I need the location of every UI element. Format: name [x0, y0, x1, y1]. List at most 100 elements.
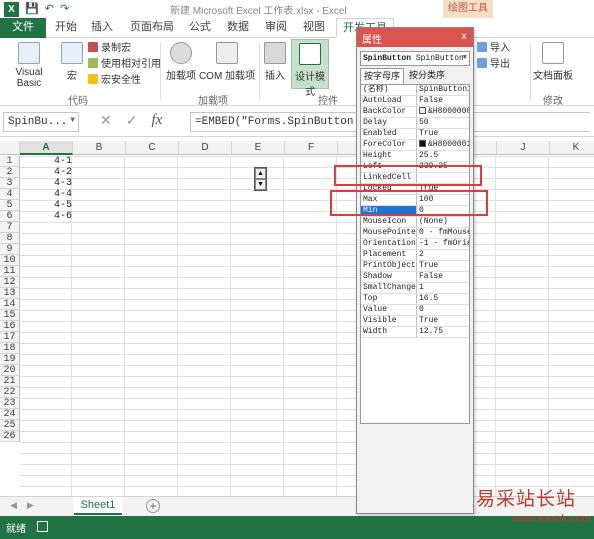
design-mode-button[interactable]: 设计模式 — [291, 39, 329, 98]
row-header[interactable]: 7 — [0, 222, 20, 233]
redo-icon[interactable]: ↷ — [60, 1, 69, 17]
macro-recording-icon[interactable] — [37, 521, 48, 532]
enter-icon[interactable]: ✓ — [126, 112, 138, 129]
cell-a5[interactable]: 4-5 — [22, 200, 72, 211]
row-header[interactable]: 9 — [0, 244, 20, 255]
save-icon[interactable]: 💾 — [25, 1, 39, 17]
tab-data[interactable]: 数据 — [222, 18, 254, 38]
column-header[interactable]: C — [126, 141, 179, 155]
macro-security-button[interactable]: 宏安全性 — [88, 74, 141, 88]
property-row[interactable]: Value 0 — [361, 305, 469, 316]
row-header[interactable]: 8 — [0, 233, 20, 244]
addins-button[interactable]: 加载项 — [166, 42, 196, 82]
property-value[interactable]: 0 — [417, 305, 469, 315]
property-row[interactable]: SmallChange 1 — [361, 283, 469, 294]
row-header[interactable]: 2 — [0, 167, 20, 178]
spin-down-icon[interactable]: ▼ — [255, 179, 266, 190]
cell-a6[interactable]: 4-6 — [22, 211, 72, 222]
row-header[interactable]: 23 — [0, 398, 20, 409]
cell-a1[interactable]: 4-1 — [22, 156, 72, 167]
column-header[interactable]: B — [73, 141, 126, 155]
insert-function-icon[interactable]: fx — [151, 112, 162, 129]
property-value[interactable]: False — [417, 96, 469, 106]
tab-review[interactable]: 审阅 — [260, 18, 292, 38]
spin-button-control[interactable]: ▲ ▼ — [254, 167, 267, 191]
cell-a4[interactable]: 4-4 — [22, 189, 72, 200]
column-header[interactable]: J — [497, 141, 550, 155]
property-value[interactable]: True — [417, 129, 469, 139]
tab-home[interactable]: 开始 — [50, 18, 82, 38]
property-value[interactable]: 12.75 — [417, 327, 469, 337]
property-row[interactable]: Top 16.5 — [361, 294, 469, 305]
property-value[interactable]: -1 - fmOrien — [417, 239, 469, 249]
row-header[interactable]: 1 — [0, 156, 20, 167]
name-box[interactable]: SpinBu... ▼ — [3, 112, 79, 132]
tab-alphabetic[interactable]: 按字母序 — [360, 68, 405, 84]
row-header[interactable]: 6 — [0, 211, 20, 222]
column-header[interactable]: D — [179, 141, 232, 155]
property-value[interactable]: True — [417, 316, 469, 326]
row-header[interactable]: 17 — [0, 332, 20, 343]
object-selector[interactable]: SpinButton SpinButton ▼ — [360, 51, 470, 66]
row-header[interactable]: 13 — [0, 288, 20, 299]
properties-window[interactable]: 属性 x SpinButton SpinButton ▼ 按字母序 按分类序 (… — [356, 27, 474, 514]
property-row[interactable]: Shadow False — [361, 272, 469, 283]
insert-control-button[interactable]: 插入 — [262, 42, 288, 82]
column-header[interactable]: A — [20, 141, 73, 155]
row-header[interactable]: 5 — [0, 200, 20, 211]
tab-insert[interactable]: 插入 — [86, 18, 118, 38]
row-header[interactable]: 11 — [0, 266, 20, 277]
property-value[interactable]: SpinButton1 — [417, 85, 469, 95]
visual-basic-button[interactable]: Visual Basic — [3, 42, 55, 89]
com-addins-button[interactable]: COM 加载项 — [198, 42, 256, 82]
property-value[interactable]: &H8000001 — [417, 140, 469, 150]
tab-page-layout[interactable]: 页面布局 — [126, 18, 178, 38]
row-header[interactable]: 21 — [0, 376, 20, 387]
row-header[interactable]: 10 — [0, 255, 20, 266]
property-value[interactable]: 25.5 — [417, 151, 469, 161]
tab-file[interactable]: 文件 — [0, 18, 46, 38]
property-value[interactable]: 50 — [417, 118, 469, 128]
row-header[interactable]: 16 — [0, 321, 20, 332]
property-value[interactable]: True — [417, 261, 469, 271]
property-row[interactable]: (名称) SpinButton1 — [361, 85, 469, 96]
column-header[interactable]: E — [232, 141, 285, 155]
tab-formulas[interactable]: 公式 — [184, 18, 216, 38]
close-icon[interactable]: x — [458, 31, 470, 43]
xml-export-button[interactable]: 导出 — [477, 58, 510, 72]
tab-categorized[interactable]: 按分类序 — [406, 68, 448, 84]
row-header[interactable]: 24 — [0, 409, 20, 420]
cell-a3[interactable]: 4-3 — [22, 178, 72, 189]
property-value[interactable]: (None) — [417, 217, 469, 227]
property-row[interactable]: MousePointer0 - fmMouseP — [361, 228, 469, 239]
property-row[interactable]: PrintObject True — [361, 261, 469, 272]
cell-a2[interactable]: 4-2 — [22, 167, 72, 178]
row-header[interactable]: 14 — [0, 299, 20, 310]
property-value[interactable]: 0 - fmMouseP — [417, 228, 469, 238]
row-header[interactable]: 12 — [0, 277, 20, 288]
property-row[interactable]: Placement 2 — [361, 250, 469, 261]
row-header[interactable]: 22 — [0, 387, 20, 398]
add-sheet-button[interactable]: + — [146, 499, 160, 513]
column-header[interactable]: K — [550, 141, 594, 155]
property-value[interactable]: 1 — [417, 283, 469, 293]
tab-view[interactable]: 视图 — [298, 18, 330, 38]
cancel-icon[interactable]: ✕ — [100, 112, 112, 129]
property-row[interactable]: AutoLoad False — [361, 96, 469, 107]
property-row[interactable]: Width 12.75 — [361, 327, 469, 338]
row-header[interactable]: 20 — [0, 365, 20, 376]
property-value[interactable]: &H8000000 — [417, 107, 469, 117]
sheet-nav-arrows-icon[interactable]: ◀▶ — [10, 500, 44, 511]
select-all-corner[interactable] — [0, 141, 20, 155]
row-header[interactable]: 19 — [0, 354, 20, 365]
property-row[interactable]: ForeColor &H8000001 — [361, 140, 469, 151]
property-row[interactable]: BackColor &H8000000 — [361, 107, 469, 118]
row-header[interactable]: 26 — [0, 431, 20, 442]
row-header[interactable]: 4 — [0, 189, 20, 200]
column-header[interactable]: F — [285, 141, 338, 155]
chevron-down-icon[interactable]: ▼ — [70, 116, 75, 125]
sheet-tab-sheet1[interactable]: Sheet1 — [74, 497, 122, 515]
document-panel-button[interactable]: 文档面板 — [533, 42, 573, 82]
property-row[interactable]: Enabled True — [361, 129, 469, 140]
row-header[interactable]: 3 — [0, 178, 20, 189]
